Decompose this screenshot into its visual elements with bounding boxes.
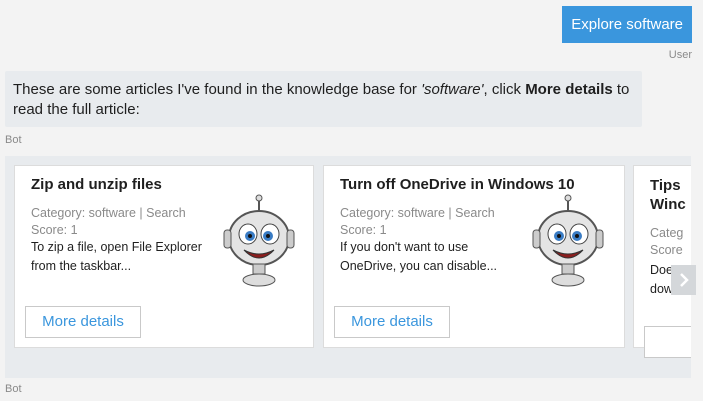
user-sender-label: User	[668, 49, 692, 61]
card-search-label: Search	[455, 206, 495, 220]
card-category-label: Category: software	[340, 206, 445, 220]
more-details-button[interactable]: More details	[334, 306, 450, 338]
card-title-line: Winc	[650, 196, 686, 213]
bot-avatar-image	[223, 194, 295, 287]
bot-message-middle: , click	[483, 81, 526, 98]
chevron-right-icon	[679, 273, 689, 287]
bot-message-prefix: These are some articles I've found in th…	[13, 81, 422, 98]
bot-message-link-text: More details	[525, 81, 613, 98]
more-details-button[interactable]: Mo	[644, 326, 691, 358]
card-category-label: Category: software	[31, 206, 136, 220]
article-card: Turn off OneDrive in Windows 10 Category…	[323, 165, 625, 348]
card-description: If you don't want to use OneDrive, you c…	[340, 240, 498, 273]
card-score: Score	[650, 243, 683, 257]
bot-sender-label: Bot	[5, 134, 22, 146]
card-score: Score: 1	[31, 223, 78, 237]
article-card: Tips Winc Categ Score Does dow Mo	[633, 165, 691, 358]
card-category: Categ	[650, 226, 684, 240]
card-title-line: Tips	[650, 177, 681, 194]
user-message-bubble: Explore software	[562, 6, 692, 43]
card-category: Category: software | Search	[340, 206, 495, 220]
card-title: Tips Winc	[650, 176, 686, 214]
card-score: Score: 1	[340, 223, 387, 237]
card-search-label: Search	[146, 206, 186, 220]
article-card: Zip and unzip files Category: software |…	[14, 165, 314, 348]
carousel-next-button[interactable]	[671, 265, 696, 295]
bot-avatar-image	[532, 194, 604, 287]
user-message-text: Explore software	[571, 16, 683, 33]
card-separator: |	[448, 206, 452, 220]
card-title: Turn off OneDrive in Windows 10	[340, 176, 575, 193]
card-description: To zip a file, open File Explorer from t…	[31, 240, 202, 273]
card-category: Category: software | Search	[31, 206, 186, 220]
card-separator: |	[139, 206, 143, 220]
bot-message-bubble: These are some articles I've found in th…	[5, 71, 642, 127]
more-details-button[interactable]: More details	[25, 306, 141, 338]
card-title: Zip and unzip files	[31, 176, 162, 193]
bot-message-term: 'software'	[421, 81, 484, 98]
bot-sender-label: Bot	[5, 383, 22, 395]
article-carousel: Zip and unzip files Category: software |…	[5, 156, 691, 378]
